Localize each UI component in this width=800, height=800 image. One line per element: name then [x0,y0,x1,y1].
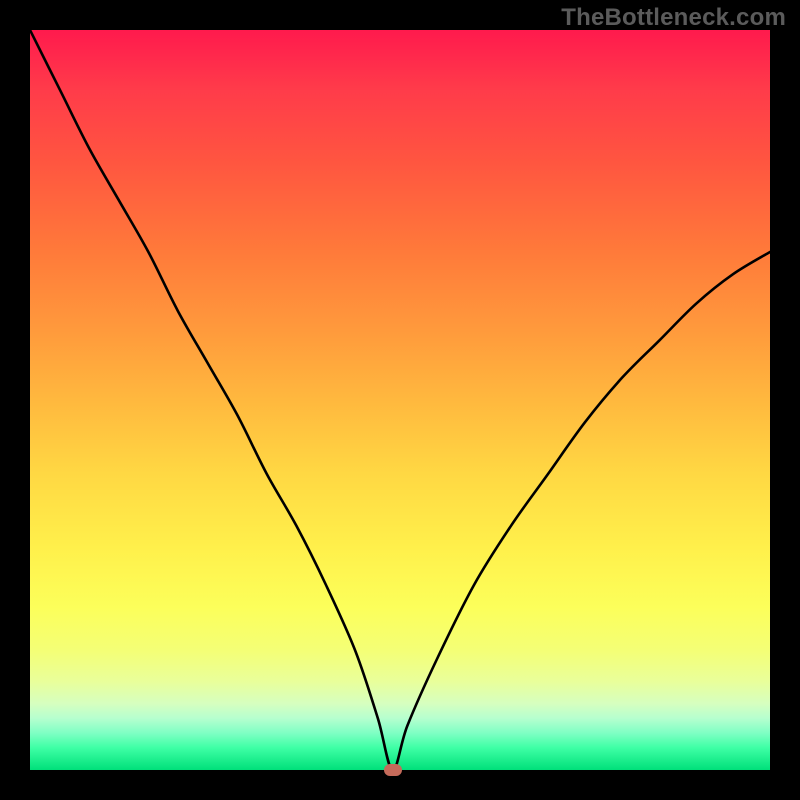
minimum-marker [384,764,402,776]
bottleneck-curve [30,30,770,770]
watermark-text: TheBottleneck.com [561,4,786,32]
plot-area [30,30,770,770]
chart-frame: TheBottleneck.com [0,0,800,800]
